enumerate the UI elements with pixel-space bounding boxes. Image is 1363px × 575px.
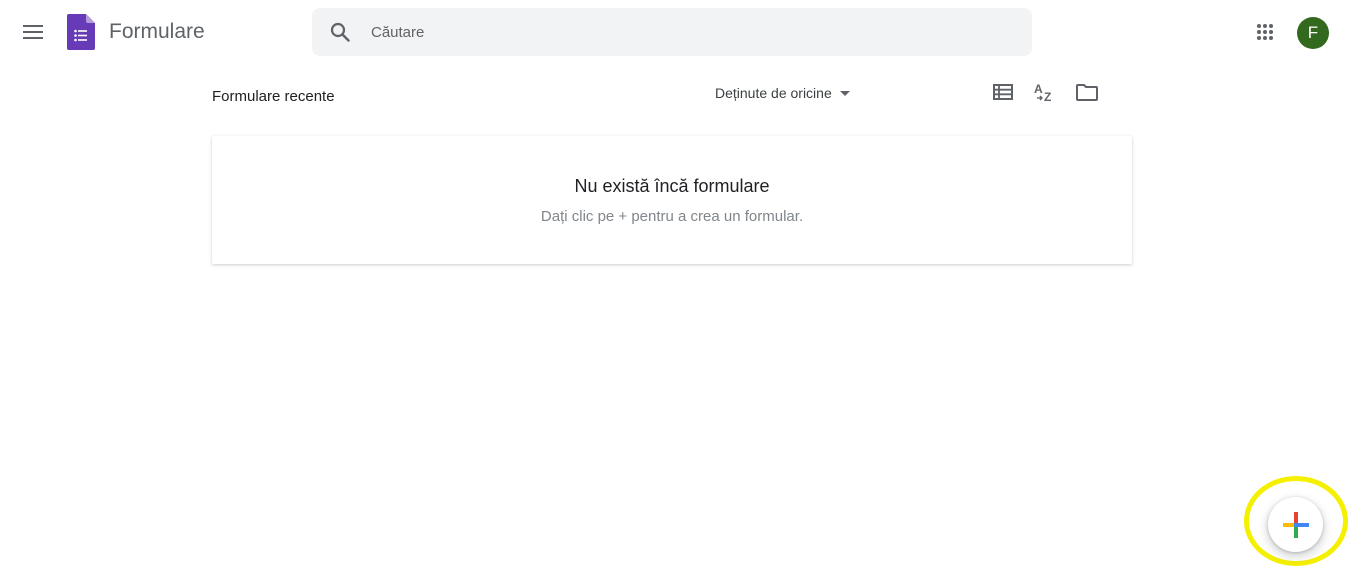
account-avatar[interactable]: F [1297,17,1329,49]
forms-logo-icon[interactable] [67,14,95,50]
search-icon [330,22,350,42]
main-menu-button[interactable] [13,12,53,52]
sort-button[interactable]: A Z [1025,72,1065,112]
svg-text:Z: Z [1044,90,1051,102]
search-input[interactable] [369,22,969,42]
list-view-icon [993,84,1013,100]
owner-filter-label: Deținute de oricine [715,85,832,101]
hamburger-menu-icon [23,25,43,39]
open-file-picker-button[interactable] [1067,72,1107,112]
google-apps-button[interactable] [1245,12,1285,52]
empty-forms-card: Nu există încă formulare Dați clic pe + … [212,136,1132,264]
create-form-button[interactable] [1268,497,1323,552]
apps-grid-icon [1257,24,1273,40]
plus-icon [1282,511,1309,538]
svg-text:A: A [1034,82,1043,96]
recent-forms-heading: Formulare recente [212,88,335,105]
owner-filter-dropdown[interactable]: Deținute de oricine [715,84,850,102]
empty-state-subtitle: Dați clic pe + pentru a crea un formular… [540,208,804,225]
search-button[interactable] [320,12,360,52]
empty-state-title: Nu există încă formulare [574,176,770,196]
folder-icon [1076,84,1098,101]
sort-az-icon: A Z [1034,82,1051,102]
list-view-button[interactable] [983,72,1023,112]
top-app-bar: Formulare F [0,0,1363,64]
search-bar[interactable] [312,8,1032,56]
app-title[interactable]: Formulare [109,19,205,45]
dropdown-arrow-icon [839,90,850,96]
